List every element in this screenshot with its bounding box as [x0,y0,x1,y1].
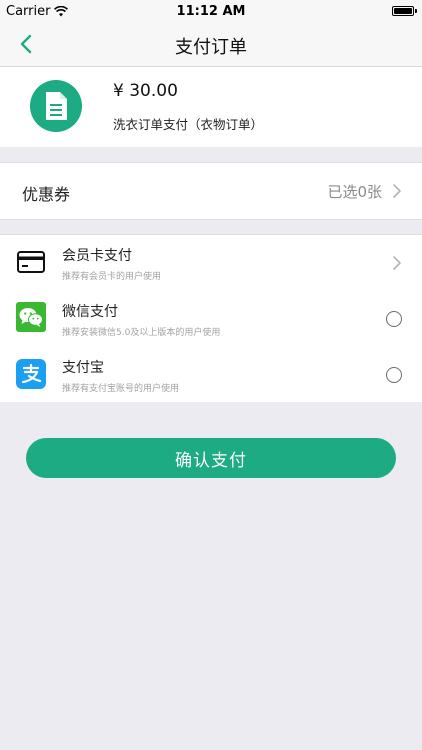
payment-option-hint: 推荐安装微信5.0及以上版本的用户使用 [62,328,221,338]
payment-option-name: 支付宝 [62,360,104,376]
member-card-icon [16,247,46,277]
confirm-payment-button[interactable]: 确认支付 [26,438,396,478]
coupon-value: 已选0张 [327,183,382,201]
alipay-icon [16,359,46,389]
status-bar: Carrier 11:12 AM [0,0,422,22]
page-title: 支付订单 [175,37,247,58]
document-icon [30,80,82,132]
wechat-icon [16,302,46,332]
payment-option-member-card[interactable]: 会员卡支付 推荐有会员卡的用户使用 [0,235,422,291]
navigation-bar: 支付订单 [0,22,422,67]
order-amount: ¥ 30.00 [113,81,178,101]
status-time: 11:12 AM [176,4,246,19]
payment-method-list: 会员卡支付 推荐有会员卡的用户使用 微信支付 推荐安装微信5.0及以上版本的用户… [0,234,422,402]
coupon-label: 优惠券 [22,185,71,204]
payment-option-alipay[interactable]: 支付宝 推荐有支付宝账号的用户使用 [0,347,422,403]
order-summary: ¥ 30.00 洗衣订单支付（衣物订单） [0,67,422,147]
chevron-right-icon [393,256,401,270]
coupon-row[interactable]: 优惠券 已选0张 [0,162,422,220]
payment-option-name: 会员卡支付 [62,248,132,264]
radio-button[interactable] [386,367,402,383]
radio-button[interactable] [386,311,402,327]
payment-option-hint: 推荐有支付宝账号的用户使用 [62,384,180,394]
battery-icon [392,6,417,16]
payment-option-wechat[interactable]: 微信支付 推荐安装微信5.0及以上版本的用户使用 [0,291,422,347]
chevron-right-icon [393,184,401,198]
payment-option-name: 微信支付 [62,304,118,320]
order-description: 洗衣订单支付（衣物订单） [113,117,264,132]
payment-option-hint: 推荐有会员卡的用户使用 [62,272,162,282]
